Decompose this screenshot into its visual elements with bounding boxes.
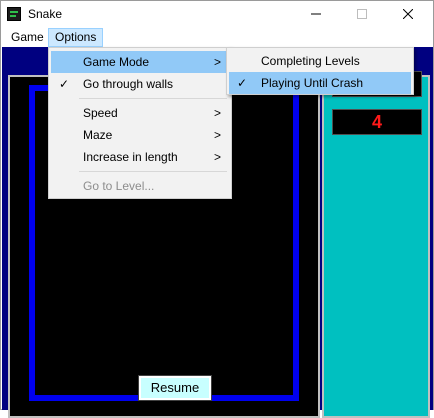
menu-item-label: Playing Until Crash: [261, 76, 364, 90]
snake-window: Snake Game Options 4 Resume Game Mode > …: [0, 0, 434, 418]
close-button[interactable]: [385, 1, 431, 27]
app-icon-stripe: [10, 15, 16, 17]
menu-item-go-through-walls[interactable]: ✓ Go through walls: [51, 73, 229, 95]
resume-button[interactable]: Resume: [138, 375, 212, 401]
score-panel: 4: [322, 71, 430, 418]
menu-item-label: Go through walls: [83, 77, 174, 91]
submenu-arrow-icon: >: [213, 106, 221, 120]
app-icon-stripe: [10, 11, 18, 13]
title-bar[interactable]: Snake: [1, 1, 433, 27]
menu-item-speed[interactable]: Speed >: [51, 102, 229, 124]
score-display-bottom: 4: [332, 109, 422, 135]
menu-item-label: Completing Levels: [261, 54, 360, 68]
minimize-button[interactable]: [293, 1, 339, 27]
submenu-arrow-icon: >: [213, 128, 221, 142]
menu-bar: Game Options: [1, 27, 433, 47]
minimize-icon: [311, 13, 321, 15]
menu-game[interactable]: Game: [5, 28, 50, 46]
submenu-arrow-icon: >: [213, 55, 221, 69]
maximize-icon: [357, 9, 367, 19]
submenu-arrow-icon: >: [213, 150, 221, 164]
game-mode-submenu: Completing Levels ✓ Playing Until Crash: [226, 47, 414, 95]
maximize-button[interactable]: [339, 1, 385, 27]
menu-separator: [79, 171, 227, 172]
snake-app-icon[interactable]: [7, 7, 21, 21]
check-icon: ✓: [236, 76, 248, 90]
menu-item-label: Speed: [83, 106, 118, 120]
menu-item-increase-in-length[interactable]: Increase in length >: [51, 146, 229, 168]
close-icon: [403, 9, 413, 19]
menu-item-playing-until-crash[interactable]: ✓ Playing Until Crash: [229, 72, 411, 94]
menu-item-label: Increase in length: [83, 150, 178, 164]
menu-item-go-to-level: Go to Level...: [51, 175, 229, 197]
menu-item-completing-levels[interactable]: Completing Levels: [229, 50, 411, 72]
menu-options[interactable]: Options: [48, 28, 104, 47]
options-menu: Game Mode > ✓ Go through walls Speed > M…: [48, 47, 232, 199]
menu-item-maze[interactable]: Maze >: [51, 124, 229, 146]
menu-item-label: Go to Level...: [83, 179, 155, 193]
menu-separator: [79, 98, 227, 99]
menu-item-label: Game Mode: [83, 55, 150, 69]
window-title: Snake: [28, 7, 63, 21]
check-icon: ✓: [58, 77, 70, 91]
menu-item-label: Maze: [83, 128, 113, 142]
menu-item-game-mode[interactable]: Game Mode >: [51, 51, 229, 73]
